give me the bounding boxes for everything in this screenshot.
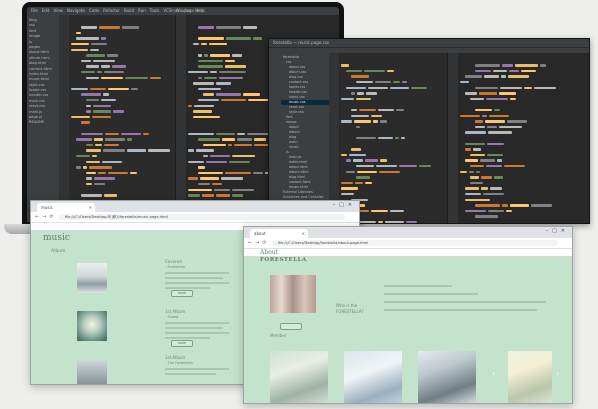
window-controls[interactable]: –□✕ (546, 228, 569, 234)
album-subtitle: - Forest (165, 315, 179, 319)
address-bar[interactable]: file:///C:/Users/Desktop/forestella/abou… (272, 240, 558, 246)
album-title: Covered (165, 259, 182, 264)
project-tree: blog css font image js pages about.html album.h… (27, 15, 59, 222)
member-section-title: Member (270, 333, 287, 338)
menu-item[interactable]: Refactor (103, 8, 120, 13)
member-photo[interactable] (344, 351, 402, 403)
tool-strip (269, 53, 281, 223)
album-description (165, 368, 229, 375)
menu-item[interactable]: Run (138, 8, 146, 13)
ide-title: music.page.html (171, 8, 205, 13)
chevron-right-icon[interactable]: › (556, 369, 559, 378)
nav-buttons[interactable]: ←→⟳ (248, 240, 270, 246)
tab-label: music (41, 205, 53, 210)
tree-item[interactable]: README (27, 120, 59, 125)
bookmarks-bar: 앱YouTubeGmail지도번역NAVER다음PapagoGitHub (244, 249, 572, 257)
album-cover[interactable] (77, 263, 107, 293)
tab-strip: music ✕ –□✕ (31, 201, 359, 212)
album-description (165, 322, 229, 339)
more-button[interactable]: more (171, 340, 193, 347)
menu-item[interactable]: Navigate (67, 8, 85, 13)
chevron-left-icon[interactable]: ‹ (492, 369, 495, 378)
album-title: 1st Album (165, 309, 186, 314)
page-title: music (43, 233, 70, 243)
toolbar: ←→⟳ file:///C:/Users/Desktop/새 폴더/forest… (31, 212, 359, 223)
page-title: About (260, 249, 279, 256)
address-bar[interactable]: file:///C:/Users/Desktop/새 폴더/forestella… (59, 214, 345, 220)
more-button[interactable] (280, 323, 302, 330)
group-photo (270, 275, 316, 313)
tab-strip: about ✕ –□✕ (244, 227, 572, 238)
menu-item[interactable]: View (53, 8, 63, 13)
code-editor-left[interactable] (59, 15, 175, 222)
close-icon[interactable]: ✕ (89, 203, 92, 212)
menu-item[interactable]: Build (124, 8, 134, 13)
intro-text (384, 285, 554, 311)
project-tree: forestella css about.css album.css blog.css c… (281, 53, 329, 223)
tab-label: about (254, 231, 266, 236)
tab-about[interactable]: about ✕ (250, 229, 308, 238)
who-label-name: FORESTELLA? (336, 309, 364, 314)
album-title: 1st Album (165, 355, 186, 360)
album-subtitle: - The Forestella (165, 361, 193, 365)
member-photo[interactable] (508, 351, 552, 403)
section-title: Album (51, 249, 66, 254)
nav-buttons[interactable]: ←→⟳ (35, 214, 57, 220)
menu-item[interactable]: File (31, 8, 38, 13)
who-label: Who is the (336, 303, 358, 308)
code-editor-css[interactable] (447, 53, 589, 223)
album-subtitle: - Forestella (165, 265, 185, 269)
member-photo[interactable] (270, 351, 328, 403)
tab-music[interactable]: music ✕ (37, 203, 95, 212)
browser-window-about: about ✕ –□✕ ←→⟳ file:///C:/Users/Desktop… (243, 226, 573, 404)
album-cover[interactable] (77, 361, 107, 384)
ide-window: forestella — music.page.css forestella cs… (268, 38, 590, 224)
menu-item[interactable]: Edit (42, 8, 50, 13)
album-description (165, 272, 229, 289)
close-icon[interactable]: ✕ (302, 229, 305, 238)
more-button[interactable]: more (171, 290, 193, 297)
ide-menu-bar: File Edit View Navigate Code Refactor Build Run… (27, 7, 339, 15)
menu-item[interactable]: Code (89, 8, 99, 13)
page-title-sub: FORESTELLA (260, 257, 307, 263)
code-editor-html[interactable] (329, 53, 447, 223)
album-cover[interactable] (77, 311, 107, 341)
ide-window-title: forestella — music.page.css (269, 39, 589, 47)
member-photo[interactable] (418, 351, 476, 403)
toolbar: ←→⟳ file:///C:/Users/Desktop/forestella/… (244, 238, 572, 249)
window-controls[interactable]: –□✕ (333, 202, 356, 208)
menu-item[interactable]: Tools (150, 8, 160, 13)
